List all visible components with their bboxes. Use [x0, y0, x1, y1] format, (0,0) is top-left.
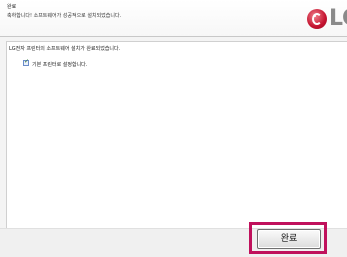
- set-default-printer-checkbox[interactable]: ✓: [23, 58, 30, 66]
- installer-header: 완료 축하합니다! 소프트웨어가 성공적으로 설치되었습니다. LG: [0, 0, 347, 37]
- set-default-printer-label[interactable]: 기본 프린터로 설정합니다.: [32, 61, 87, 68]
- header-title: 완료: [7, 4, 17, 10]
- header-subtitle: 축하합니다! 소프트웨어가 성공적으로 설치되었습니다.: [7, 13, 122, 19]
- installer-window: 완료 축하합니다! 소프트웨어가 성공적으로 설치되었습니다. LG LG전자 …: [0, 0, 347, 257]
- logo-text: LG: [329, 6, 347, 31]
- install-complete-message: LG전자 프린터의 소프트웨어 설치가 완료되었습니다.: [9, 46, 121, 52]
- lg-logo-icon: [307, 9, 327, 29]
- installer-body: LG전자 프린터의 소프트웨어 설치가 완료되었습니다. ✓ 기본 프린터로 설…: [6, 41, 347, 228]
- logo-eye-dot: [314, 15, 316, 17]
- finish-button[interactable]: 완료: [257, 229, 321, 249]
- check-mark-icon: ✓: [24, 58, 30, 65]
